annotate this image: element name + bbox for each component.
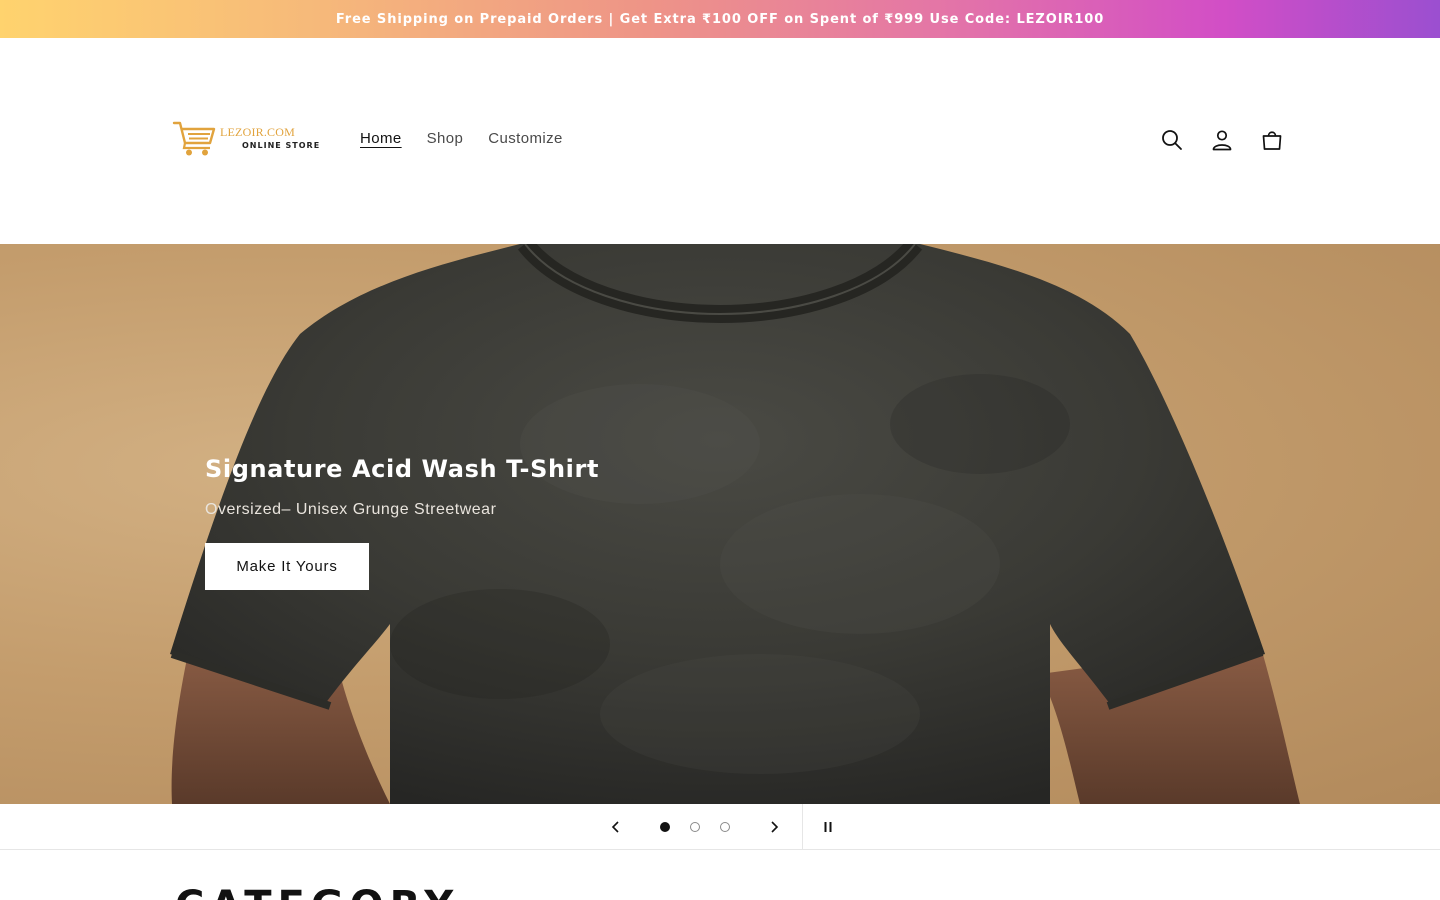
logo-tagline: ONLINE STORE xyxy=(242,141,321,150)
previous-slide-icon[interactable] xyxy=(604,815,628,839)
store-logo[interactable]: LEZOIR.COM ONLINE STORE xyxy=(172,118,322,158)
logo-brand-text: LEZOIR.COM xyxy=(220,125,295,139)
shopping-cart-icon xyxy=(172,121,216,156)
main-navigation: Home Shop Customize xyxy=(360,130,563,147)
slide-dot-1[interactable] xyxy=(660,822,670,832)
hero-slideshow: Signature Acid Wash T-Shirt Oversized– U… xyxy=(0,244,1440,804)
hero-title: Signature Acid Wash T-Shirt xyxy=(205,455,600,483)
account-icon[interactable] xyxy=(1208,126,1236,154)
slide-dot-3[interactable] xyxy=(720,822,730,832)
nav-link-shop[interactable]: Shop xyxy=(427,130,464,147)
announcement-text: Free Shipping on Prepaid Orders | Get Ex… xyxy=(335,11,1105,27)
announcement-bar: Free Shipping on Prepaid Orders | Get Ex… xyxy=(0,0,1440,38)
nav-link-customize[interactable]: Customize xyxy=(488,130,562,147)
controls-divider xyxy=(802,804,803,850)
site-header: LEZOIR.COM ONLINE STORE Home Shop Custom… xyxy=(0,38,1440,244)
hero-content: Signature Acid Wash T-Shirt Oversized– U… xyxy=(205,455,599,590)
slideshow-controls xyxy=(0,804,1440,850)
header-actions xyxy=(1158,126,1286,154)
make-it-yours-button[interactable]: Make It Yours xyxy=(205,543,369,590)
nav-link-home[interactable]: Home xyxy=(360,130,402,147)
hero-subtitle: Oversized– Unisex Grunge Streetwear xyxy=(205,501,497,518)
next-slide-icon[interactable] xyxy=(762,815,786,839)
pause-icon[interactable] xyxy=(816,815,840,839)
slide-dot-2[interactable] xyxy=(690,822,700,832)
category-heading: CATEGORY xyxy=(175,886,459,900)
search-icon[interactable] xyxy=(1158,126,1186,154)
cart-icon[interactable] xyxy=(1258,126,1286,154)
